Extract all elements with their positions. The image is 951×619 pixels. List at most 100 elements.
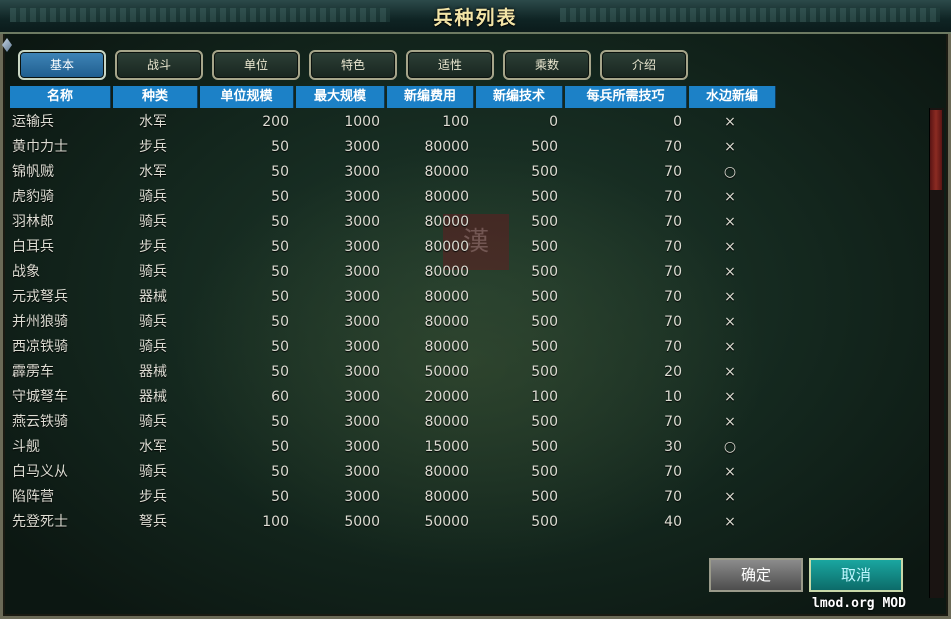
table-cell: ○	[723, 164, 737, 180]
table-cell: 70	[664, 214, 682, 230]
table-cell: 骑兵	[139, 464, 167, 480]
table-cell: 80000	[424, 339, 469, 355]
table-cell: 30	[664, 439, 682, 455]
table-cell: ×	[724, 264, 736, 280]
table-cell: ×	[724, 514, 736, 530]
table-cell: 80000	[424, 189, 469, 205]
tab-2[interactable]: 单位	[212, 50, 300, 80]
table-cell: ×	[724, 339, 736, 355]
unit-name-cell[interactable]: 先登死士	[10, 510, 112, 535]
unit-name-cell[interactable]: 羽林郎	[10, 210, 112, 235]
column-header-5[interactable]: 新编技术	[476, 86, 563, 108]
column-header-2[interactable]: 单位规模	[200, 86, 294, 108]
unit-name-cell[interactable]: 黄巾力士	[10, 135, 112, 160]
table-cell: 70	[664, 489, 682, 505]
table-cell: 80000	[424, 239, 469, 255]
tab-6[interactable]: 介绍	[600, 50, 688, 80]
unit-name-cell[interactable]: 守城弩车	[10, 385, 112, 410]
unit-name-cell[interactable]: 锦帆贼	[10, 160, 112, 185]
table-cell: 步兵	[139, 139, 167, 155]
table-cell: 5000	[344, 514, 380, 530]
table-cell: 70	[664, 464, 682, 480]
table-cell: ×	[724, 314, 736, 330]
table-cell: 3000	[344, 139, 380, 155]
table-cell: 80000	[424, 164, 469, 180]
table-cell: 50	[271, 314, 289, 330]
tab-4[interactable]: 适性	[406, 50, 494, 80]
unit-list-window: 兵种列表 漢 基本 战斗 单位 特色 适性 乘数 介绍 名称 种类 单位规模 最大规模 新编费用 新编…	[0, 0, 951, 619]
table-cell: 15000	[424, 439, 469, 455]
table-cell: 3000	[344, 464, 380, 480]
table-cell: 80000	[424, 464, 469, 480]
table-cell: 70	[664, 414, 682, 430]
column-header-4[interactable]: 新编费用	[387, 86, 474, 108]
table-cell: 50	[271, 264, 289, 280]
unit-name-cell[interactable]: 运输兵	[10, 110, 112, 135]
table-cell: 70	[664, 139, 682, 155]
table-cell: 40	[664, 514, 682, 530]
unit-name-cell[interactable]: 并州狼骑	[10, 310, 112, 335]
table-cell: 70	[664, 239, 682, 255]
table-cell: 500	[531, 164, 558, 180]
title-bar: 兵种列表	[0, 0, 951, 34]
unit-name-cell[interactable]: 白耳兵	[10, 235, 112, 260]
column-header-6[interactable]: 每兵所需技巧	[565, 86, 687, 108]
table-cell: 500	[531, 514, 558, 530]
table-cell: ○	[723, 439, 737, 455]
table-cell: 器械	[139, 289, 167, 305]
table-cell: ×	[724, 114, 736, 130]
column-header-1[interactable]: 种类	[113, 86, 198, 108]
table-cell: 50	[271, 189, 289, 205]
table-cell: 骑兵	[139, 339, 167, 355]
table-cell: 骑兵	[139, 189, 167, 205]
table-cell: 500	[531, 239, 558, 255]
tab-5[interactable]: 乘数	[503, 50, 591, 80]
unit-name-cell[interactable]: 霹雳车	[10, 360, 112, 385]
table-cell: 3000	[344, 489, 380, 505]
scrollbar-thumb[interactable]	[930, 110, 942, 190]
table-cell: 50	[271, 164, 289, 180]
table-cell: 3000	[344, 164, 380, 180]
table-cell: 50	[271, 364, 289, 380]
table-cell: ×	[724, 364, 736, 380]
table-cell: 器械	[139, 364, 167, 380]
unit-name-cell[interactable]: 白马义从	[10, 460, 112, 485]
table-cell: 200	[262, 114, 289, 130]
cancel-button[interactable]: 取消	[809, 558, 903, 592]
table-cell: 50	[271, 489, 289, 505]
table-cell: 80000	[424, 289, 469, 305]
tab-0[interactable]: 基本	[18, 50, 106, 80]
table-cell: 70	[664, 314, 682, 330]
unit-name-cell[interactable]: 斗舰	[10, 435, 112, 460]
table-cell: 500	[531, 189, 558, 205]
table-cell: 20	[664, 364, 682, 380]
table-cell: 70	[664, 264, 682, 280]
table-cell: ×	[724, 414, 736, 430]
table-cell: 70	[664, 339, 682, 355]
table-cell: 50	[271, 239, 289, 255]
unit-name-cell[interactable]: 西凉铁骑	[10, 335, 112, 360]
column-header-3[interactable]: 最大规模	[296, 86, 385, 108]
unit-name-cell[interactable]: 虎豹骑	[10, 185, 112, 210]
table-cell: 500	[531, 139, 558, 155]
table-cell: 500	[531, 214, 558, 230]
unit-name-cell[interactable]: 元戎弩兵	[10, 285, 112, 310]
table-cell: 3000	[344, 189, 380, 205]
window-title: 兵种列表	[433, 7, 518, 29]
table-cell: 80000	[424, 489, 469, 505]
tab-3[interactable]: 特色	[309, 50, 397, 80]
tab-1[interactable]: 战斗	[115, 50, 203, 80]
confirm-button[interactable]: 确定	[709, 558, 803, 592]
table-cell: ×	[724, 289, 736, 305]
column-header-7[interactable]: 水边新编	[689, 86, 776, 108]
table-cell: 500	[531, 464, 558, 480]
table-cell: 3000	[344, 389, 380, 405]
unit-name-cell[interactable]: 燕云铁骑	[10, 410, 112, 435]
table-cell: 步兵	[139, 489, 167, 505]
table-cell: 100	[442, 114, 469, 130]
table-cell: ×	[724, 489, 736, 505]
table-cell: 100	[262, 514, 289, 530]
unit-name-cell[interactable]: 战象	[10, 260, 112, 285]
unit-name-cell[interactable]: 陷阵营	[10, 485, 112, 510]
column-header-0[interactable]: 名称	[10, 86, 111, 108]
